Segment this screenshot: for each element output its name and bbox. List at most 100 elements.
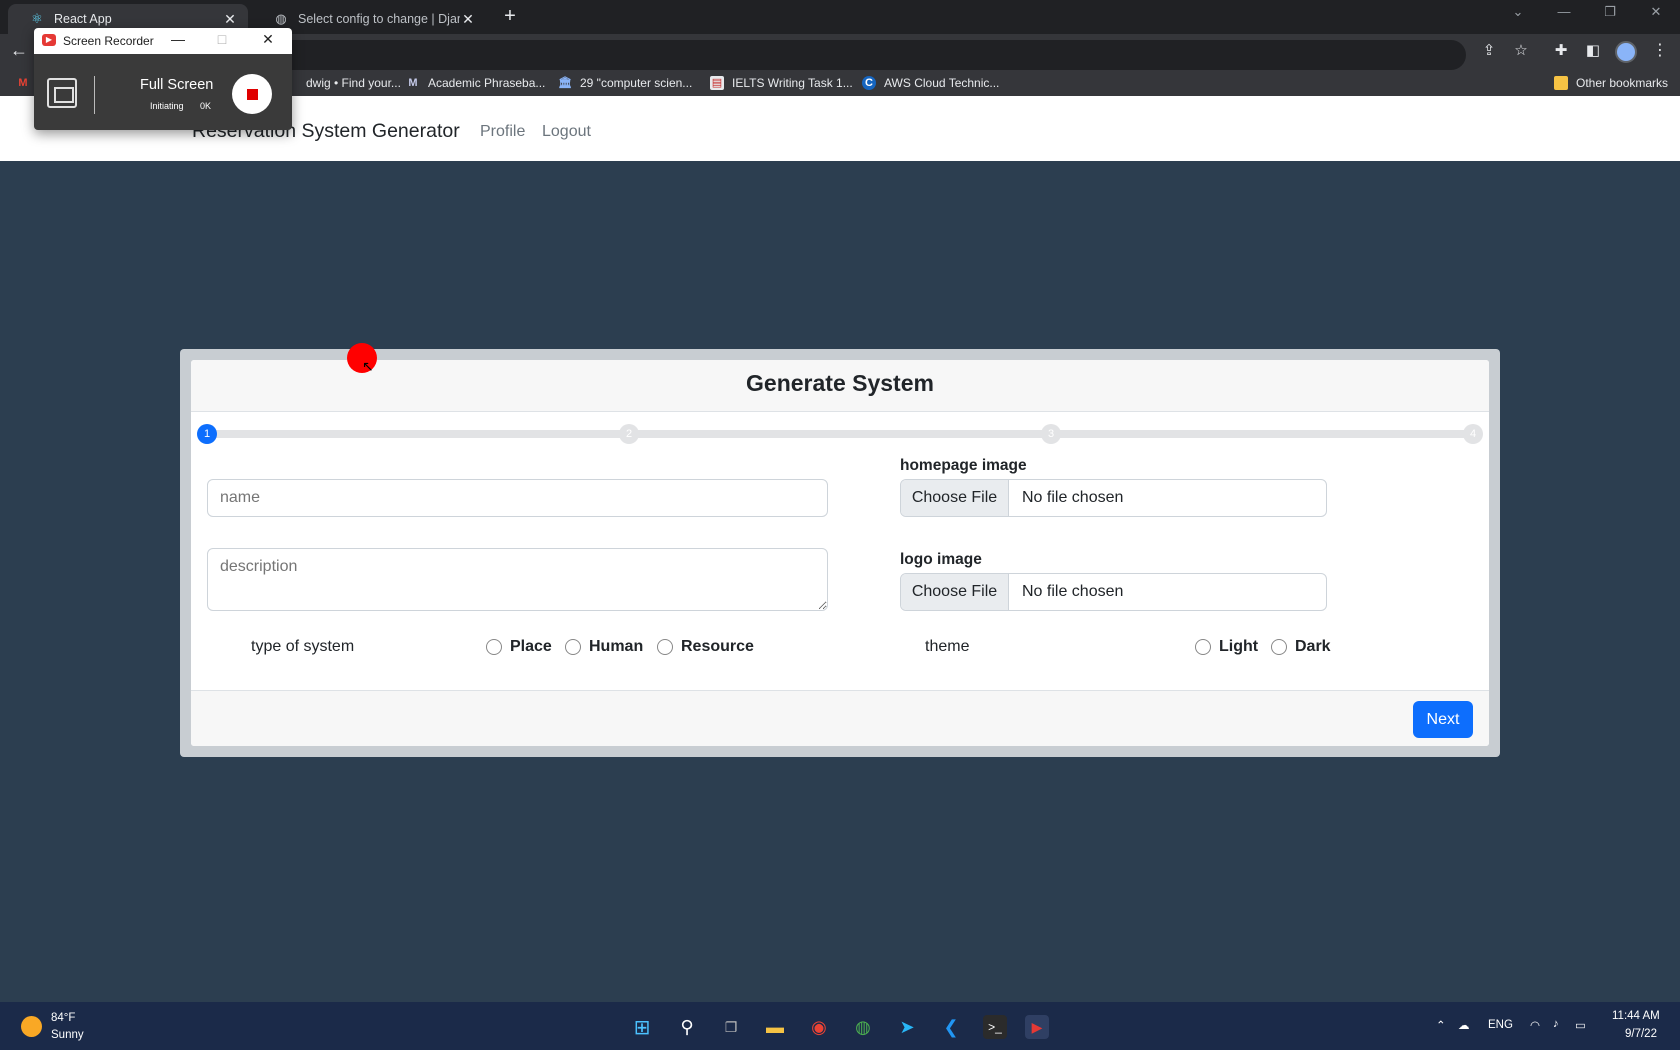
step-1[interactable]: 1	[197, 424, 217, 444]
radio-light[interactable]: Light	[1195, 638, 1258, 656]
radio-resource[interactable]: Resource	[657, 638, 754, 656]
chrome-icon[interactable]: ◉	[807, 1015, 831, 1039]
screen-recorder-taskbar-icon[interactable]: ▶	[1025, 1015, 1049, 1039]
other-bookmarks[interactable]: Other bookmarks	[1554, 76, 1668, 90]
avatar[interactable]	[1615, 41, 1637, 63]
recorder-title: Screen Recorder	[63, 34, 154, 48]
clock-time[interactable]: 11:44 AM	[1612, 1010, 1660, 1022]
task-view-icon[interactable]: ❐	[719, 1015, 743, 1039]
description-textarea[interactable]	[207, 548, 828, 611]
sun-icon[interactable]	[21, 1016, 42, 1037]
extensions-icon[interactable]: ✚	[1550, 41, 1572, 59]
screen-recorder-window: ▶ Screen Recorder — □ ✕ Full Screen Init…	[34, 28, 292, 130]
close-window-button[interactable]: ✕	[1642, 4, 1670, 20]
back-arrow-icon[interactable]: ←	[10, 40, 28, 61]
maximize-button: □	[217, 31, 227, 47]
generate-system-card: Generate System 1 2 3 4 homepage image C…	[191, 360, 1489, 746]
telegram-icon[interactable]: ➤	[895, 1015, 919, 1039]
card-header: Generate System	[191, 360, 1489, 412]
choose-file-button[interactable]: Choose File	[901, 574, 1009, 610]
radio-human[interactable]: Human	[565, 638, 643, 656]
nav-link-logout[interactable]: Logout	[542, 123, 591, 141]
aws-course-icon: C	[862, 76, 876, 90]
wifi-icon[interactable]: ◠	[1530, 1018, 1540, 1032]
bookmark-academic-phrasebank[interactable]: M Academic Phraseba...	[406, 76, 545, 90]
radio-label: Light	[1219, 638, 1259, 655]
stop-recording-button[interactable]	[232, 74, 272, 114]
step-2[interactable]: 2	[619, 424, 639, 444]
share-icon[interactable]: ⇪	[1478, 41, 1500, 59]
card-title: Generate System	[746, 370, 934, 396]
logo-image-file-input[interactable]: Choose File No file chosen	[900, 573, 1327, 611]
file-status: No file chosen	[1022, 489, 1124, 506]
close-button[interactable]: ✕	[258, 31, 278, 48]
cloud-icon[interactable]: ☁	[1458, 1018, 1470, 1032]
globe-app-icon[interactable]: ◍	[851, 1015, 875, 1039]
search-icon[interactable]: ⚲	[675, 1015, 699, 1039]
folder-icon	[1554, 76, 1568, 90]
chevron-up-icon[interactable]: ⌃	[1436, 1018, 1446, 1032]
minimize-button[interactable]: —	[1550, 4, 1578, 19]
homepage-image-label: homepage image	[900, 457, 1027, 474]
ielts-icon: ▤	[710, 76, 724, 90]
radio-label: Place	[510, 638, 552, 655]
radio-place[interactable]: Place	[486, 638, 552, 656]
minimize-button[interactable]: —	[168, 31, 188, 47]
radio-circle[interactable]	[1195, 639, 1211, 655]
type-of-system-label: type of system	[251, 638, 355, 655]
screen-capture-icon[interactable]	[47, 78, 77, 108]
choose-file-button[interactable]: Choose File	[901, 480, 1009, 516]
bookmark-computer-science[interactable]: 🏛 29 "computer scien...	[558, 76, 692, 90]
file-explorer-icon[interactable]: ▬	[763, 1015, 787, 1039]
restore-button[interactable]: ❐	[1596, 4, 1624, 20]
radio-label: Human	[589, 638, 644, 655]
radio-label: Dark	[1295, 638, 1331, 655]
bookmark-label: AWS Cloud Technic...	[884, 76, 1000, 90]
side-panel-icon[interactable]: ◧	[1582, 41, 1604, 59]
radio-circle[interactable]	[1271, 639, 1287, 655]
homepage-image-file-input[interactable]: Choose File No file chosen	[900, 479, 1327, 517]
battery-icon[interactable]: ▭	[1575, 1018, 1586, 1032]
name-input[interactable]	[207, 479, 828, 517]
new-tab-button[interactable]: +	[498, 5, 522, 28]
recorder-titlebar: ▶ Screen Recorder — □ ✕	[34, 28, 292, 54]
star-icon[interactable]: ☆	[1510, 41, 1532, 59]
recording-size: 0K	[200, 101, 212, 111]
radio-circle[interactable]	[657, 639, 673, 655]
clock-date[interactable]: 9/7/22	[1625, 1028, 1657, 1040]
radio-dark[interactable]: Dark	[1271, 638, 1331, 656]
stop-icon	[246, 88, 258, 100]
tab-title: React App	[54, 12, 112, 26]
chevron-down-icon[interactable]: ⌄	[1504, 4, 1532, 20]
language-indicator[interactable]: ENG	[1488, 1019, 1513, 1031]
terminal-icon[interactable]: >_	[983, 1015, 1007, 1039]
academic-phrasebank-icon: M	[408, 77, 418, 89]
volume-icon[interactable]: ♪	[1553, 1018, 1559, 1030]
step-4[interactable]: 4	[1463, 424, 1483, 444]
video-camera-icon: ▶	[42, 34, 56, 46]
weather-description[interactable]: Sunny	[51, 1029, 84, 1041]
bookmark-label: Academic Phraseba...	[428, 76, 546, 90]
radio-circle[interactable]	[565, 639, 581, 655]
bookmark-label: IELTS Writing Task 1...	[732, 76, 853, 90]
tab-title: Select config to change | Django	[298, 12, 460, 26]
recording-status: Initiating	[150, 101, 184, 111]
next-button[interactable]: Next	[1413, 701, 1473, 738]
menu-dots-icon[interactable]: ⋮	[1652, 40, 1668, 60]
step-3[interactable]: 3	[1041, 424, 1061, 444]
divider	[94, 76, 95, 114]
university-icon: 🏛	[558, 77, 572, 89]
weather-temperature[interactable]: 84°F	[51, 1012, 75, 1024]
radio-circle[interactable]	[486, 639, 502, 655]
nav-link-profile[interactable]: Profile	[480, 123, 525, 141]
bookmark-label: 29 "computer scien...	[580, 76, 693, 90]
close-icon[interactable]: ✕	[460, 11, 476, 28]
vscode-icon[interactable]: ❮	[939, 1015, 963, 1039]
react-icon: ⚛	[31, 11, 43, 26]
bookmark-ludwig[interactable]: dwig • Find your...	[306, 76, 401, 90]
bookmark-ielts[interactable]: ▤ IELTS Writing Task 1...	[710, 76, 853, 90]
close-icon[interactable]: ✕	[222, 11, 238, 28]
card-footer: Next	[191, 690, 1489, 746]
bookmark-aws[interactable]: C AWS Cloud Technic...	[862, 76, 999, 90]
windows-start-icon[interactable]: ⊞	[630, 1015, 654, 1039]
